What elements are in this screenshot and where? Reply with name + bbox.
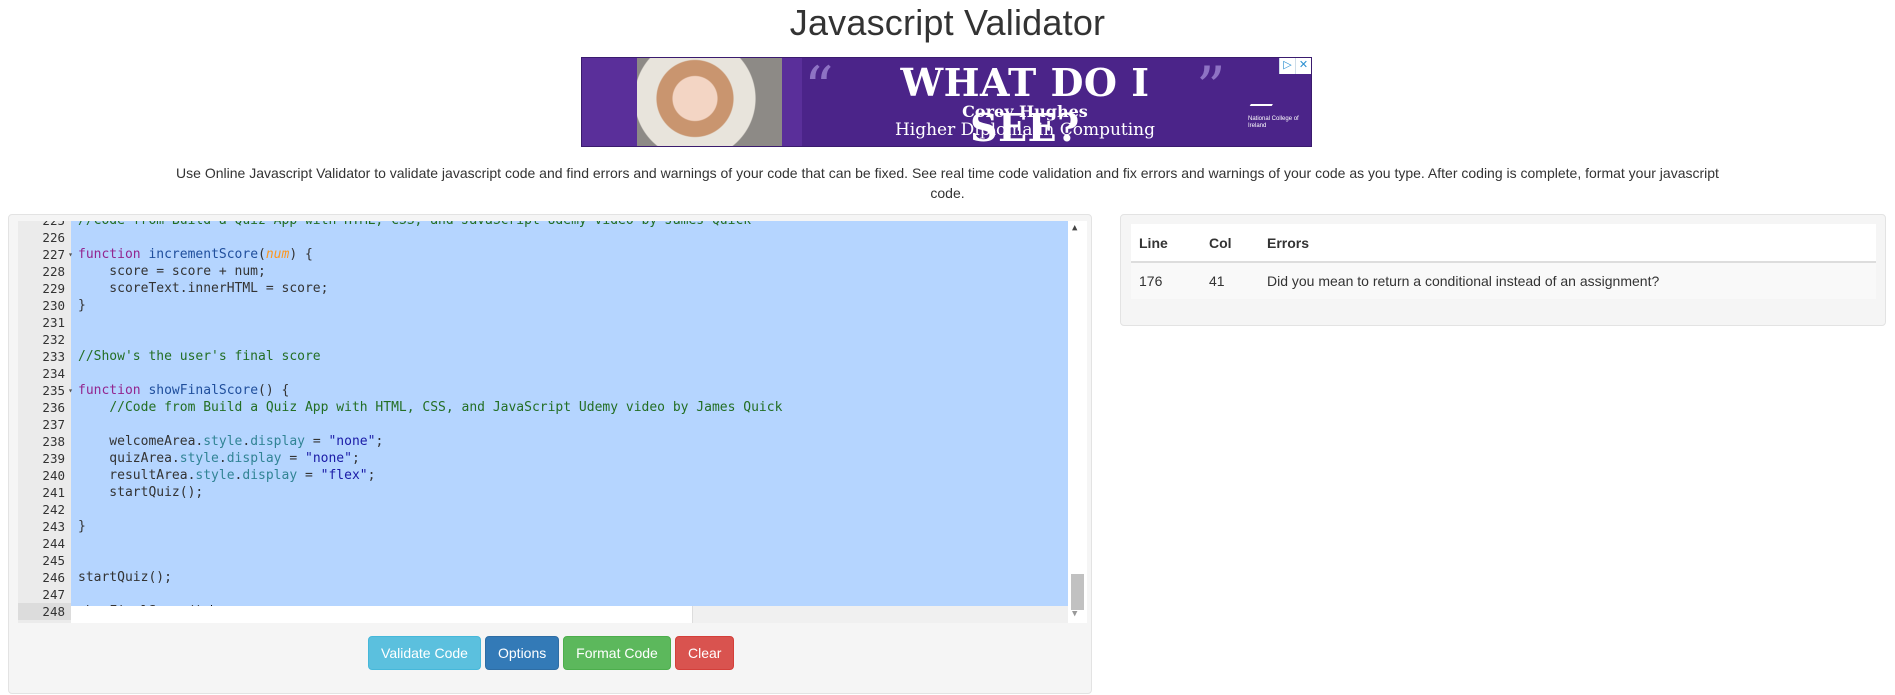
vertical-scrollbar[interactable]: ▲ ▼ bbox=[1068, 221, 1087, 623]
code-text: scoreText.innerHTML = score; bbox=[78, 281, 329, 296]
code-line[interactable]: 229 scoreText.innerHTML = score; bbox=[18, 280, 1068, 297]
page-title: Javascript Validator bbox=[789, 2, 1106, 43]
editor-actions: Validate Code Options Format Code Clear bbox=[9, 636, 1093, 670]
code-line[interactable]: 232 bbox=[18, 331, 1068, 348]
line-number: 241 bbox=[42, 485, 65, 500]
errors-table-header: Line Col Errors bbox=[1131, 224, 1876, 263]
line-number: 237 bbox=[42, 417, 65, 432]
line-number: 226 bbox=[42, 230, 65, 245]
line-number: 231 bbox=[42, 315, 65, 330]
line-number: 233 bbox=[42, 349, 65, 364]
line-number: 240 bbox=[42, 468, 65, 483]
line-number: 246 bbox=[42, 570, 65, 585]
table-row[interactable]: 176 41 Did you mean to return a conditio… bbox=[1131, 262, 1876, 299]
line-number: 234 bbox=[42, 366, 65, 381]
code-line[interactable]: 238 welcomeArea.style.display = "none"; bbox=[18, 433, 1068, 450]
column-header-line: Line bbox=[1131, 224, 1201, 263]
column-header-errors: Errors bbox=[1259, 224, 1876, 263]
line-number: 245 bbox=[42, 553, 65, 568]
code-line[interactable]: 240 resultArea.style.display = "flex"; bbox=[18, 467, 1068, 484]
code-text: startQuiz(); bbox=[78, 485, 204, 500]
line-number: 227 ▾ bbox=[42, 246, 73, 263]
clear-button[interactable]: Clear bbox=[675, 636, 734, 670]
code-text: function incrementScore(num) { bbox=[78, 247, 313, 262]
ad-name: Corey Hughes bbox=[962, 102, 1088, 121]
college-logo: National College of Ireland bbox=[1245, 104, 1300, 144]
close-quote-icon: ” bbox=[1196, 57, 1226, 122]
horizontal-scrollbar[interactable] bbox=[71, 606, 1068, 623]
code-line[interactable]: 239 quizArea.style.display = "none"; bbox=[18, 450, 1068, 467]
ad-photo bbox=[582, 58, 802, 146]
college-logo-text: National College of Ireland bbox=[1248, 116, 1299, 129]
code-text: score = score + num; bbox=[78, 264, 266, 279]
errors-panel: Line Col Errors 176 41 Did you mean to r… bbox=[1120, 214, 1886, 326]
code-line[interactable]: 233 //Show's the user's final score bbox=[18, 348, 1068, 365]
fold-arrow-icon[interactable]: ▾ bbox=[68, 382, 73, 399]
line-number: 238 bbox=[42, 434, 65, 449]
code-line[interactable]: 246 startQuiz(); bbox=[18, 569, 1068, 586]
error-message: Did you mean to return a conditional ins… bbox=[1259, 262, 1876, 299]
error-col: 41 bbox=[1201, 262, 1259, 299]
horizontal-scroll-thumb[interactable] bbox=[71, 606, 693, 623]
line-number: 242 bbox=[42, 502, 65, 517]
code-line[interactable]: 244 bbox=[18, 535, 1068, 552]
code-line[interactable]: 236 //Code from Build a Quiz App with HT… bbox=[18, 399, 1068, 416]
code-line[interactable]: 242 bbox=[18, 501, 1068, 518]
adchoices-icon[interactable]: ▷ bbox=[1279, 58, 1295, 74]
code-text: function showFinalScore() { bbox=[78, 383, 290, 398]
scroll-up-icon[interactable]: ▲ bbox=[1072, 223, 1077, 233]
code-line[interactable]: 247 bbox=[18, 586, 1068, 603]
line-number: 236 bbox=[42, 400, 65, 415]
code-line[interactable]: 231 bbox=[18, 314, 1068, 331]
validate-code-button[interactable]: Validate Code bbox=[368, 636, 481, 670]
options-button[interactable]: Options bbox=[485, 636, 559, 670]
code-line[interactable]: 227 ▾ function incrementScore(num) { bbox=[18, 246, 1068, 263]
line-number: 225 bbox=[18, 221, 71, 229]
code-line[interactable]: 245 bbox=[18, 552, 1068, 569]
close-icon[interactable]: ✕ bbox=[1295, 58, 1311, 74]
scroll-down-icon[interactable]: ▼ bbox=[1072, 609, 1077, 619]
column-header-col: Col bbox=[1201, 224, 1259, 263]
code-text: resultArea.style.display = "flex"; bbox=[78, 468, 376, 483]
code-line[interactable]: 234 bbox=[18, 365, 1068, 382]
code-line[interactable]: 243} bbox=[18, 518, 1068, 535]
vertical-scroll-thumb[interactable] bbox=[1071, 574, 1084, 610]
code-text: //Show's the user's final score bbox=[78, 349, 321, 364]
code-line[interactable]: 228 score = score + num; bbox=[18, 263, 1068, 280]
error-line: 176 bbox=[1131, 262, 1201, 299]
open-quote-icon: “ bbox=[804, 57, 834, 122]
advertisement-banner[interactable]: “ WHAT DO I SEE? ” Corey Hughes Higher D… bbox=[581, 57, 1312, 147]
line-number: 247 bbox=[42, 587, 65, 602]
code-line[interactable]: 226 bbox=[18, 229, 1068, 246]
page-description: Use Online Javascript Validator to valid… bbox=[176, 165, 1719, 201]
line-number: 239 bbox=[42, 451, 65, 466]
code-text: //Code from Build a Quiz App with HTML, … bbox=[78, 221, 751, 229]
line-number: 243 bbox=[42, 519, 65, 534]
code-text: welcomeArea.style.display = "none"; bbox=[78, 434, 384, 449]
fold-arrow-icon[interactable]: ▾ bbox=[68, 246, 73, 263]
code-editor[interactable]: 225 //Code from Build a Quiz App with HTM… bbox=[18, 221, 1087, 623]
errors-table: Line Col Errors 176 41 Did you mean to r… bbox=[1131, 224, 1876, 299]
line-number: 229 bbox=[42, 281, 65, 296]
code-line[interactable]: 225 //Code from Build a Quiz App with HTM… bbox=[18, 221, 1068, 229]
line-number: 235 ▾ bbox=[42, 382, 73, 399]
line-number: 230 bbox=[42, 298, 65, 313]
line-number: 232 bbox=[42, 332, 65, 347]
line-number: 244 bbox=[42, 536, 65, 551]
code-text: } bbox=[78, 298, 86, 313]
code-text: //Code from Build a Quiz App with HTML, … bbox=[109, 400, 783, 415]
editor-panel: 225 //Code from Build a Quiz App with HTM… bbox=[8, 214, 1092, 694]
code-text: startQuiz(); bbox=[78, 570, 172, 585]
code-text: quizArea.style.display = "none"; bbox=[78, 451, 360, 466]
format-code-button[interactable]: Format Code bbox=[563, 636, 671, 670]
code-line[interactable]: 241 startQuiz(); bbox=[18, 484, 1068, 501]
code-line[interactable]: 235 ▾ function showFinalScore() { bbox=[18, 382, 1068, 399]
code-line[interactable]: 230} bbox=[18, 297, 1068, 314]
code-text: } bbox=[78, 519, 86, 534]
line-number: 228 bbox=[42, 264, 65, 279]
code-line[interactable]: 237 bbox=[18, 416, 1068, 433]
line-number: 248 bbox=[18, 603, 71, 620]
ad-subtitle: Higher Diploma in Computing bbox=[894, 120, 1156, 140]
